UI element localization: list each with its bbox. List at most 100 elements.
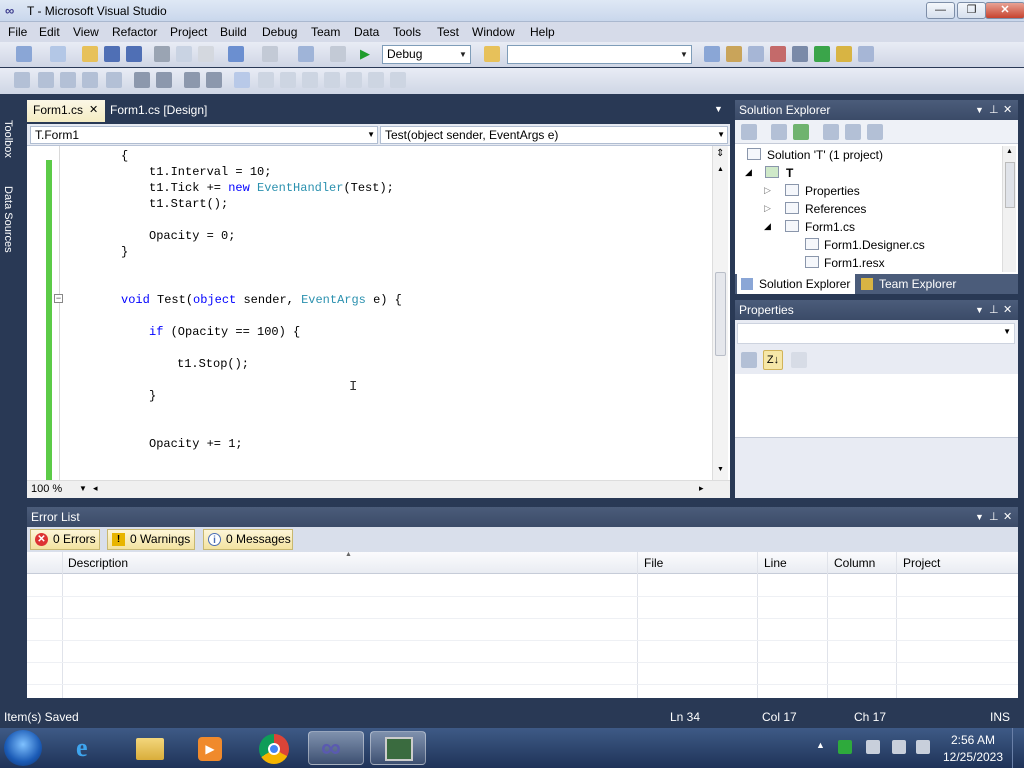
properties-window-icon[interactable] [726, 46, 742, 62]
navigate-backward-icon[interactable] [298, 46, 314, 62]
complete-word-icon[interactable] [60, 72, 76, 88]
column-file[interactable]: File [644, 556, 663, 570]
menu-window[interactable]: Window [472, 25, 515, 39]
tray-app-icon[interactable] [838, 740, 852, 754]
start-button[interactable] [4, 730, 42, 766]
minimize-button[interactable]: — [926, 2, 955, 19]
media-player-taskbar-button[interactable]: ▶ [182, 731, 238, 765]
column-line[interactable]: Line [764, 556, 787, 570]
volume-icon[interactable] [916, 740, 930, 754]
view-code-icon[interactable] [823, 124, 839, 140]
find-dropdown[interactable]: ▼ [507, 45, 692, 64]
chevron-down-icon[interactable]: ▼ [975, 100, 984, 120]
object-dropdown[interactable]: ▼ [737, 323, 1015, 344]
team-explorer-icon[interactable] [836, 46, 852, 62]
file-explorer-taskbar-button[interactable] [122, 731, 178, 765]
clock-date[interactable]: 12/25/2023 [942, 750, 1004, 764]
property-grid[interactable] [735, 374, 1018, 438]
visual-studio-taskbar-button[interactable]: ∞ [308, 731, 364, 765]
menu-tools[interactable]: Tools [393, 25, 421, 39]
parameter-info-icon[interactable] [38, 72, 54, 88]
tree-node-form1-cs[interactable]: Form1.cs [805, 220, 855, 234]
menu-edit[interactable]: Edit [39, 25, 60, 39]
menu-project[interactable]: Project [170, 25, 207, 39]
previous-bookmark-icon[interactable] [258, 72, 274, 88]
tree-node-project[interactable]: T [786, 166, 793, 180]
collapse-arrow-icon[interactable]: ◢ [764, 221, 771, 232]
tab-form1-cs[interactable]: Form1.cs ✕ [27, 100, 105, 122]
messages-filter-button[interactable]: i 0 Messages [203, 529, 293, 550]
tree-node-properties[interactable]: Properties [805, 184, 860, 198]
column-column[interactable]: Column [834, 556, 875, 570]
show-desktop-button[interactable] [1012, 728, 1024, 768]
toggle-bookmark-icon[interactable] [234, 72, 250, 88]
tree-vertical-scrollbar[interactable]: ▲ [1002, 146, 1016, 272]
menu-refactor[interactable]: Refactor [112, 25, 157, 39]
action-center-icon[interactable] [866, 740, 880, 754]
data-sources-tab[interactable]: Data Sources [2, 186, 14, 253]
close-icon[interactable]: ✕ [1003, 300, 1012, 320]
chevron-down-icon[interactable]: ▼ [975, 507, 984, 527]
maximize-button[interactable]: ❐ [957, 2, 986, 19]
column-description[interactable]: Description [68, 556, 128, 570]
app-taskbar-button[interactable] [370, 731, 426, 765]
collapse-arrow-icon[interactable]: ◢ [745, 167, 752, 178]
network-icon[interactable] [892, 740, 906, 754]
scroll-up-icon[interactable]: ▲ [1006, 148, 1013, 155]
menu-team[interactable]: Team [311, 25, 340, 39]
close-window-button[interactable]: ✕ [985, 2, 1024, 19]
tab-solution-explorer[interactable]: Solution Explorer [737, 274, 855, 294]
split-handle-icon[interactable]: ⇕ [716, 148, 724, 159]
previous-bookmark-in-folder-icon[interactable] [302, 72, 318, 88]
active-files-dropdown-icon[interactable]: ▼ [714, 104, 723, 114]
list-members-icon[interactable] [106, 72, 122, 88]
save-icon[interactable] [104, 46, 120, 62]
uncomment-icon[interactable] [206, 72, 222, 88]
close-tab-icon[interactable]: ✕ [89, 100, 98, 120]
comment-out-icon[interactable] [184, 72, 200, 88]
types-dropdown[interactable]: T.Form1 ▼ [30, 126, 378, 144]
start-page-icon[interactable] [858, 46, 874, 62]
menu-test[interactable]: Test [437, 25, 459, 39]
menu-file[interactable]: File [8, 25, 27, 39]
members-dropdown[interactable]: Test(object sender, EventArgs e) ▼ [380, 126, 728, 144]
show-hidden-icons-icon[interactable]: ▲ [816, 740, 825, 750]
scroll-down-icon[interactable]: ▼ [717, 466, 724, 473]
menu-data[interactable]: Data [354, 25, 379, 39]
scroll-left-icon[interactable]: ◂ [93, 483, 98, 494]
view-designer-icon[interactable] [845, 124, 861, 140]
undo-icon[interactable] [228, 46, 244, 62]
categorized-icon[interactable] [741, 352, 757, 368]
scroll-right-icon[interactable]: ▸ [699, 483, 704, 494]
paste-icon[interactable] [198, 46, 214, 62]
pin-icon[interactable]: ⊥ [989, 100, 999, 120]
close-icon[interactable]: ✕ [1003, 507, 1012, 527]
scroll-up-icon[interactable]: ▲ [717, 166, 724, 173]
expand-arrow-icon[interactable]: ▷ [764, 203, 771, 214]
new-project-icon[interactable] [16, 46, 32, 62]
column-project[interactable]: Project [903, 556, 940, 570]
toolbox-icon[interactable] [770, 46, 786, 62]
start-debugging-icon[interactable]: ▶ [360, 46, 376, 62]
code-editor[interactable] [27, 146, 730, 480]
copy-icon[interactable] [176, 46, 192, 62]
clock-time[interactable]: 2:56 AM [946, 733, 1000, 747]
extension-manager-icon[interactable] [814, 46, 830, 62]
decrease-indent-icon[interactable] [134, 72, 150, 88]
scroll-thumb[interactable] [1005, 162, 1015, 208]
menu-build[interactable]: Build [220, 25, 247, 39]
tree-node-solution[interactable]: Solution 'T' (1 project) [767, 148, 883, 162]
tools-icon[interactable] [792, 46, 808, 62]
quick-info-icon[interactable] [14, 72, 30, 88]
editor-vertical-scrollbar[interactable]: ⇕ ▲ ▼ [712, 146, 728, 480]
increase-indent-icon[interactable] [156, 72, 172, 88]
object-browser-icon[interactable] [748, 46, 764, 62]
chevron-down-icon[interactable]: ▼ [79, 484, 87, 493]
save-all-icon[interactable] [126, 46, 142, 62]
clear-bookmarks-icon[interactable] [390, 72, 406, 88]
chevron-down-icon[interactable]: ▼ [975, 300, 984, 320]
warnings-filter-button[interactable]: ! 0 Warnings [107, 529, 195, 550]
tab-team-explorer[interactable]: Team Explorer [859, 274, 989, 294]
scroll-thumb[interactable] [715, 272, 726, 356]
view-class-diagram-icon[interactable] [867, 124, 883, 140]
